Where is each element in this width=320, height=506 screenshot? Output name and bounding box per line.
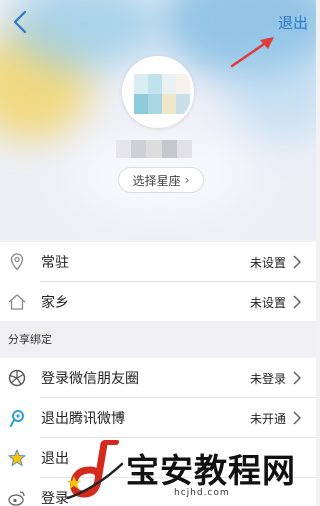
- list-item-value: 未开通: [249, 411, 286, 426]
- back-button[interactable]: [6, 8, 34, 36]
- list-item-label: 退出: [41, 451, 69, 467]
- profile-header: 退出 选择星座 ›: [0, 0, 316, 240]
- list-item-label: 登录: [41, 491, 69, 506]
- list-item-qzone[interactable]: 退出: [0, 438, 316, 478]
- list-item-sina-weibo[interactable]: 登录: [0, 478, 316, 506]
- list-item-wechat-moments[interactable]: 登录微信朋友圈 未登录: [0, 358, 316, 398]
- location-pin-icon: [7, 252, 27, 272]
- list-item-value: 未登录: [249, 371, 286, 386]
- home-icon: [7, 292, 27, 312]
- list-item-label: 常驻: [41, 255, 69, 271]
- annotation-arrow-icon: [230, 37, 274, 68]
- chevron-right-icon: ›: [184, 173, 190, 187]
- tencent-weibo-icon: [7, 408, 27, 428]
- list-item-value: 未设置: [249, 255, 286, 270]
- logout-button[interactable]: 退出: [278, 12, 308, 33]
- chevron-right-icon: [293, 295, 302, 309]
- list-item-hometown[interactable]: 家乡 未设置: [0, 282, 316, 322]
- chevron-right-icon: [293, 255, 302, 269]
- section-header-share: 分享绑定: [0, 321, 316, 357]
- avatar-pixelated-image: [134, 74, 190, 114]
- wechat-moments-icon: [7, 368, 27, 388]
- chevron-right-icon: [293, 411, 302, 425]
- sina-weibo-icon: [7, 488, 27, 506]
- nickname-blurred: [116, 140, 193, 158]
- list-item-label: 登录微信朋友圈: [41, 371, 139, 387]
- list-item-value: 未设置: [249, 295, 286, 310]
- avatar[interactable]: [122, 56, 194, 128]
- select-constellation-label: 选择星座: [132, 173, 181, 188]
- chevron-left-icon: [13, 10, 27, 34]
- chevron-right-icon: [293, 371, 302, 385]
- list-item-residence[interactable]: 常驻 未设置: [0, 242, 316, 282]
- list-item-tencent-weibo[interactable]: 退出腾讯微博 未开通: [0, 398, 316, 438]
- qzone-star-icon: [7, 448, 27, 468]
- list-item-label: 家乡: [41, 295, 69, 311]
- select-constellation-button[interactable]: 选择星座 ›: [118, 167, 204, 193]
- list-item-label: 退出腾讯微博: [41, 411, 125, 427]
